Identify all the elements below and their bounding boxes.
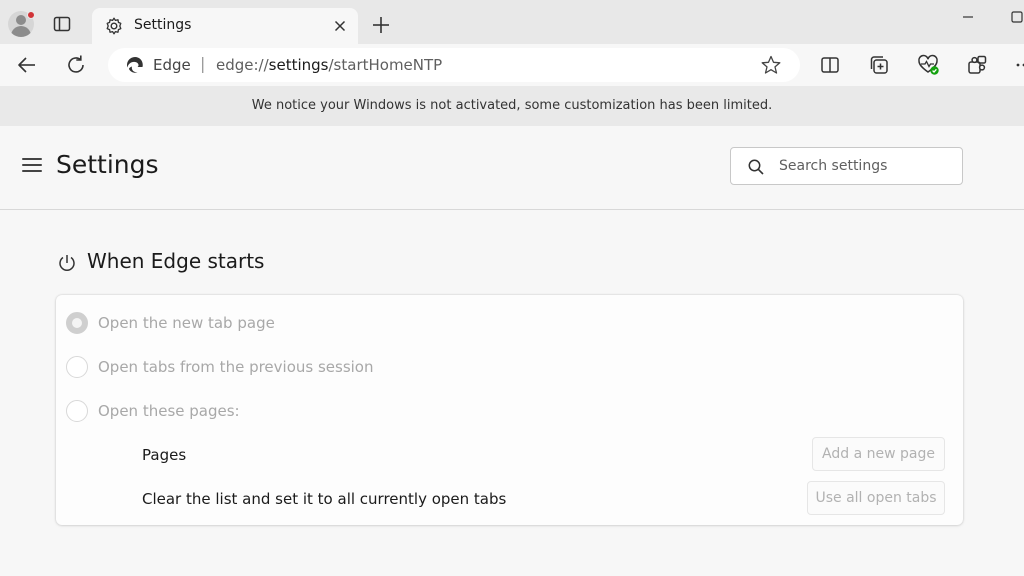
startup-options-card: Open the new tab page Open tabs from the… <box>56 295 963 525</box>
avatar-body <box>11 26 31 37</box>
radio-new-tab-page[interactable] <box>66 312 88 334</box>
extensions-puzzle-icon[interactable] <box>965 53 989 77</box>
radio-label: Open these pages: <box>98 402 240 420</box>
maximize-window-icon[interactable] <box>1008 9 1024 25</box>
url-host: settings <box>268 56 329 74</box>
gear-icon <box>104 16 124 36</box>
activation-notice-bar: We notice your Windows is not activated,… <box>0 86 1024 126</box>
new-tab-icon[interactable] <box>370 14 392 36</box>
site-identity-label: Edge <box>153 56 191 74</box>
back-arrow-icon[interactable] <box>15 53 39 77</box>
page-title: Settings <box>56 150 159 179</box>
url-scheme: edge:// <box>216 56 269 74</box>
edge-logo-icon <box>126 56 144 74</box>
profile-notification-badge <box>27 11 35 19</box>
settings-header: Settings <box>0 126 1024 210</box>
radio-open-these-pages[interactable] <box>66 400 88 422</box>
tab-actions-icon[interactable] <box>52 14 72 34</box>
address-separator: | <box>200 54 206 73</box>
use-all-open-tabs-button[interactable]: Use all open tabs <box>807 481 945 515</box>
refresh-icon[interactable] <box>64 53 88 77</box>
radio-label: Open the new tab page <box>98 314 275 332</box>
clear-list-label: Clear the list and set it to all current… <box>142 490 507 508</box>
address-bar[interactable]: Edge | edge://settings/startHomeNTP <box>108 48 800 82</box>
tab-title: Settings <box>134 17 192 33</box>
radio-label: Open tabs from the previous session <box>98 358 374 376</box>
radio-previous-session[interactable] <box>66 356 88 378</box>
collections-icon[interactable] <box>867 53 891 77</box>
tab-settings[interactable]: Settings <box>92 8 358 44</box>
browser-toolbar: Edge | edge://settings/startHomeNTP <box>0 44 1024 86</box>
section-title-startup: When Edge starts <box>87 249 265 273</box>
search-icon <box>747 158 765 176</box>
favorite-star-icon[interactable] <box>760 54 782 76</box>
pages-label: Pages <box>142 446 187 464</box>
url-text: edge://settings/startHomeNTP <box>216 56 442 74</box>
more-options-icon[interactable] <box>1012 53 1024 77</box>
url-path: /startHomeNTP <box>328 56 443 74</box>
power-icon <box>56 252 78 274</box>
close-tab-icon[interactable] <box>330 16 350 36</box>
tab-strip: Settings <box>0 0 1024 44</box>
menu-hamburger-icon[interactable] <box>22 158 42 174</box>
browser-essentials-heart-icon[interactable] <box>916 53 940 77</box>
add-new-page-button[interactable]: Add a new page <box>812 437 945 471</box>
search-settings-box[interactable] <box>730 147 963 185</box>
split-screen-icon[interactable] <box>818 53 842 77</box>
minimize-window-icon[interactable] <box>958 14 978 28</box>
search-settings-input[interactable] <box>779 154 954 178</box>
avatar-head <box>16 15 26 25</box>
